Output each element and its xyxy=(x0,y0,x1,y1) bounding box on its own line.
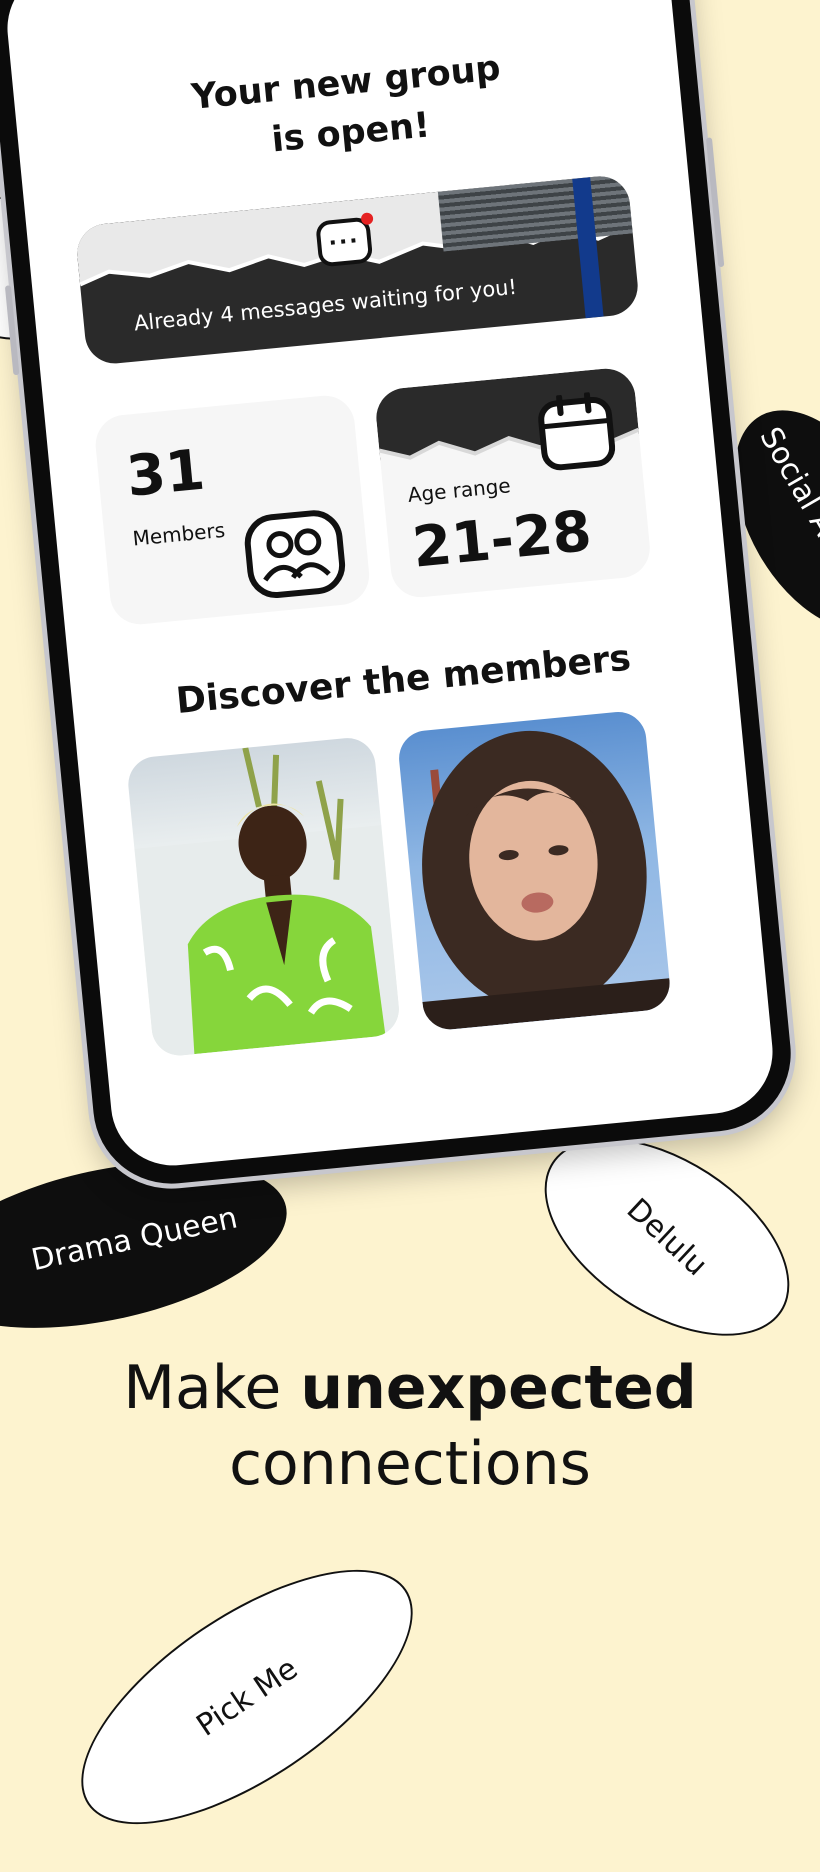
group-title: Your new group is open! xyxy=(13,26,684,189)
member-1-illustration xyxy=(134,747,402,1058)
phone-screen: Your new group is open! ··· Already 4 me… xyxy=(1,0,779,1172)
phone-side-button-right xyxy=(705,137,725,268)
phone-mockup: Your new group is open! ··· Already 4 me… xyxy=(0,0,798,1191)
member-2-illustration xyxy=(422,730,673,1032)
member-photo-1[interactable] xyxy=(125,735,402,1058)
people-group-icon xyxy=(244,510,346,599)
age-range-label: Age range xyxy=(406,473,512,508)
headline-bold: unexpected xyxy=(300,1353,697,1423)
headline-regular: Make xyxy=(123,1353,301,1423)
messages-banner[interactable]: ··· Already 4 messages waiting for you! xyxy=(74,173,641,367)
member-photo-2[interactable] xyxy=(396,709,673,1032)
calendar-icon xyxy=(538,391,616,471)
discover-members-heading: Discover the members xyxy=(174,637,633,723)
tag-pick-me: Pick Me xyxy=(41,1521,453,1872)
tag-pick-me-label: Pick Me xyxy=(190,1650,304,1744)
tag-delulu-label: Delulu xyxy=(619,1191,715,1283)
headline-line2: connections xyxy=(229,1429,591,1499)
members-count: 31 xyxy=(123,437,208,510)
age-range-card[interactable]: Age range 21-28 xyxy=(373,365,653,600)
tag-social-add-label: Social Add xyxy=(752,421,820,575)
marketing-headline: Make unexpected connections xyxy=(0,1350,820,1502)
headline-line1: Make unexpected xyxy=(0,1350,820,1426)
members-card[interactable]: 31 Members xyxy=(92,392,372,627)
members-label: Members xyxy=(131,517,227,551)
tag-drama-queen-label: Drama Queen xyxy=(28,1199,241,1278)
age-range-value: 21-28 xyxy=(409,498,595,581)
